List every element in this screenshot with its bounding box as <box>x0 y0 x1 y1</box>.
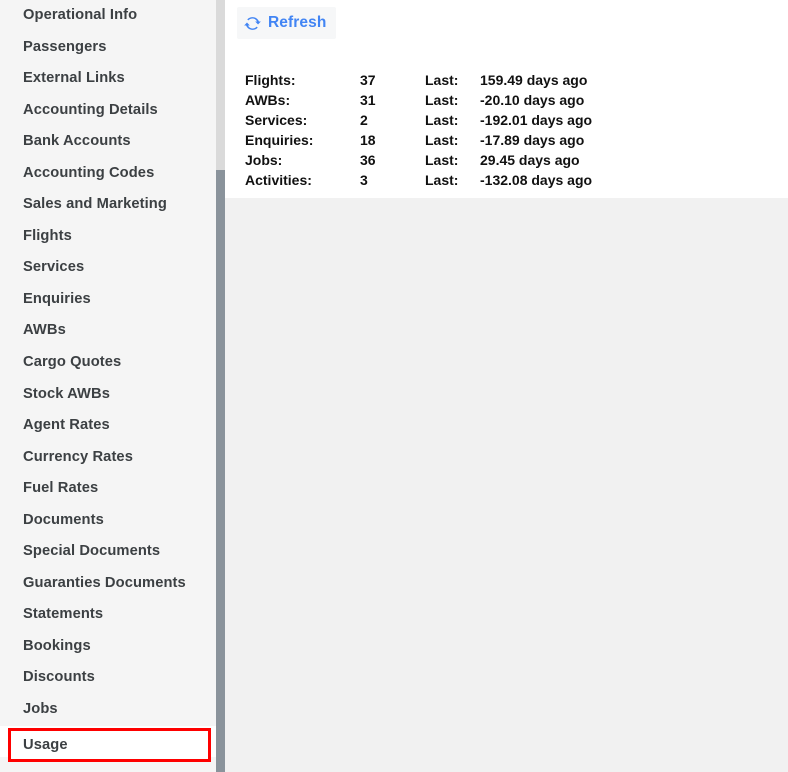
sidebar-item-cargo-quotes[interactable]: Cargo Quotes <box>0 347 216 379</box>
stat-name: Jobs: <box>245 152 283 168</box>
sidebar-item-currency-rates[interactable]: Currency Rates <box>0 442 216 474</box>
stat-count: 2 <box>360 112 368 128</box>
table-row: Enquiries: 18 Last: -17.89 days ago <box>245 130 650 150</box>
sidebar-item-label: Sales and Marketing <box>23 196 167 213</box>
sidebar-item-external-links[interactable]: External Links <box>0 63 216 95</box>
stat-name: Enquiries: <box>245 132 314 148</box>
sidebar: Operational Info Passengers External Links… <box>0 0 216 772</box>
sidebar-item-label: Discounts <box>23 669 95 686</box>
sidebar-item-label: Documents <box>23 511 104 528</box>
usage-panel: Refresh Flights: 37 Last: 159.49 days ago AW… <box>225 0 788 198</box>
stat-name: Activities: <box>245 172 312 188</box>
sidebar-item-agent-rates[interactable]: Agent Rates <box>0 410 216 442</box>
usage-stats-table: Flights: 37 Last: 159.49 days ago AWBs: 31 Las… <box>245 70 650 190</box>
sidebar-item-bookings[interactable]: Bookings <box>0 631 216 663</box>
sidebar-item-label: AWBs <box>23 322 66 339</box>
sidebar-item-label: Passengers <box>23 38 107 55</box>
sidebar-item-enquiries[interactable]: Enquiries <box>0 284 216 316</box>
sidebar-item-label: Bank Accounts <box>23 133 131 150</box>
sidebar-item-flights[interactable]: Flights <box>0 221 216 253</box>
sidebar-item-label: Enquiries <box>23 290 91 307</box>
sidebar-item-bank-accounts[interactable]: Bank Accounts <box>0 126 216 158</box>
sidebar-nav-list: Operational Info Passengers External Links… <box>0 0 216 758</box>
stat-last-value: -20.10 days ago <box>480 92 585 108</box>
stat-last-label: Last: <box>425 92 459 108</box>
sidebar-item-discounts[interactable]: Discounts <box>0 662 216 694</box>
sidebar-item-accounting-codes[interactable]: Accounting Codes <box>0 158 216 190</box>
sidebar-item-statements[interactable]: Statements <box>0 599 216 631</box>
sidebar-item-label: Fuel Rates <box>23 480 99 497</box>
sidebar-item-label: External Links <box>23 70 125 87</box>
stat-name: Services: <box>245 112 308 128</box>
sidebar-item-label: Bookings <box>23 637 91 654</box>
stat-last-value: -192.01 days ago <box>480 112 593 128</box>
sidebar-item-label: Operational Info <box>23 7 138 23</box>
stat-last-label: Last: <box>425 152 459 168</box>
sidebar-item-stock-awbs[interactable]: Stock AWBs <box>0 379 216 411</box>
table-row: Flights: 37 Last: 159.49 days ago <box>245 70 650 90</box>
sidebar-item-label: Agent Rates <box>23 417 110 434</box>
sidebar-item-label: Accounting Details <box>23 101 158 118</box>
sidebar-item-awbs[interactable]: AWBs <box>0 315 216 347</box>
sidebar-item-label: Statements <box>23 606 104 623</box>
sidebar-item-special-documents[interactable]: Special Documents <box>0 536 216 568</box>
stat-last-value: -17.89 days ago <box>480 132 585 148</box>
sidebar-scrollbar-thumb[interactable] <box>216 170 225 772</box>
sidebar-item-label: Cargo Quotes <box>23 354 122 371</box>
stat-count: 36 <box>360 152 376 168</box>
toolbar: Refresh <box>225 0 788 45</box>
sidebar-item-label: Stock AWBs <box>23 385 110 402</box>
sidebar-item-usage-label: Usage <box>23 737 68 753</box>
stat-last-label: Last: <box>425 72 459 88</box>
refresh-button[interactable]: Refresh <box>237 7 337 39</box>
table-row: Services: 2 Last: -192.01 days ago <box>245 110 650 130</box>
refresh-button-label: Refresh <box>268 14 327 31</box>
sidebar-item-label: Special Documents <box>23 543 161 560</box>
stat-last-value: 159.49 days ago <box>480 72 588 88</box>
stat-name: Flights: <box>245 72 296 88</box>
stat-last-label: Last: <box>425 132 459 148</box>
sidebar-item-passengers[interactable]: Passengers <box>0 32 216 64</box>
stat-name: AWBs: <box>245 92 291 108</box>
sidebar-item-documents[interactable]: Documents <box>0 505 216 537</box>
sidebar-item-label: Accounting Codes <box>23 164 155 181</box>
stat-count: 3 <box>360 172 368 188</box>
stat-count: 31 <box>360 92 376 108</box>
sidebar-item-label: Guaranties Documents <box>23 574 186 591</box>
sidebar-item-sales-and-marketing[interactable]: Sales and Marketing <box>0 189 216 221</box>
stat-last-value: 29.45 days ago <box>480 152 580 168</box>
sidebar-item-label: Services <box>23 259 85 276</box>
table-row: Jobs: 36 Last: 29.45 days ago <box>245 150 650 170</box>
stat-last-label: Last: <box>425 172 459 188</box>
sidebar-item-operational-info[interactable]: Operational Info <box>0 0 216 32</box>
stat-count: 18 <box>360 132 376 148</box>
refresh-icon <box>244 15 261 32</box>
sidebar-item-fuel-rates[interactable]: Fuel Rates <box>0 473 216 505</box>
sidebar-item-jobs[interactable]: Jobs <box>0 694 216 726</box>
sidebar-item-label: Jobs <box>23 701 58 718</box>
stat-last-label: Last: <box>425 112 459 128</box>
sidebar-item-accounting-details[interactable]: Accounting Details <box>0 95 216 127</box>
table-row: AWBs: 31 Last: -20.10 days ago <box>245 90 650 110</box>
stat-last-value: -132.08 days ago <box>480 172 593 188</box>
stat-count: 37 <box>360 72 376 88</box>
table-row: Activities: 3 Last: -132.08 days ago <box>245 170 650 190</box>
usage-page: Operational Info Passengers External Links… <box>0 0 788 772</box>
sidebar-item-guaranties-documents[interactable]: Guaranties Documents <box>0 568 216 600</box>
main-content: Refresh Flights: 37 Last: 159.49 days ago AW… <box>225 0 788 772</box>
sidebar-item-services[interactable]: Services <box>0 252 216 284</box>
sidebar-item-label: Flights <box>23 227 72 244</box>
sidebar-item-label: Currency Rates <box>23 448 133 465</box>
